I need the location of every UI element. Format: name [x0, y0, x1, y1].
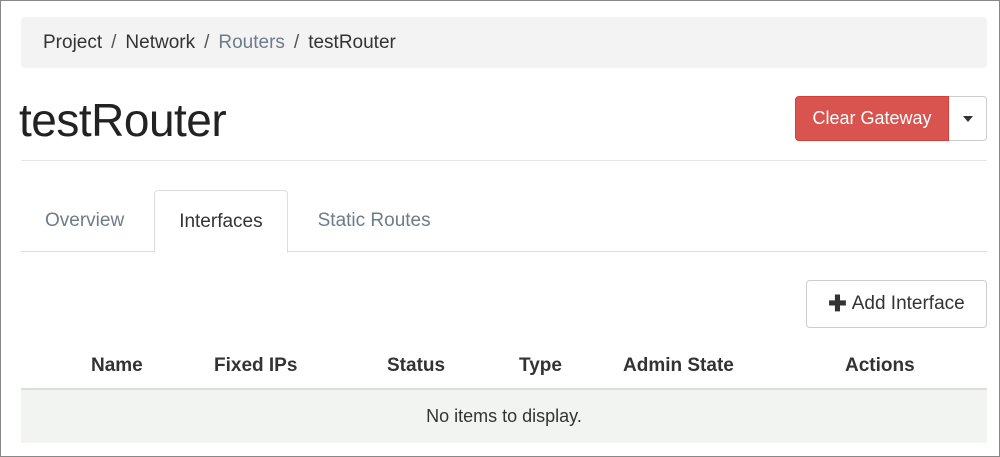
header-divider — [21, 160, 987, 161]
table-header: Name Fixed IPs Status Type Admin State A… — [21, 344, 987, 390]
gateway-button-group: Clear Gateway — [795, 96, 987, 141]
breadcrumb-separator: / — [111, 31, 117, 53]
actions-dropdown-toggle[interactable] — [949, 96, 987, 141]
column-header-actions: Actions — [845, 355, 915, 376]
column-header-name[interactable]: Name — [91, 355, 143, 377]
breadcrumb-separator: / — [293, 31, 300, 53]
tab-interfaces[interactable]: Interfaces — [154, 190, 288, 253]
column-header-fixed-ips[interactable]: Fixed IPs — [214, 355, 297, 377]
breadcrumb-project: Project — [43, 31, 103, 53]
caret-down-icon — [962, 115, 973, 122]
column-header-type[interactable]: Type — [519, 355, 562, 377]
column-header-status[interactable]: Status — [387, 355, 445, 377]
empty-table-message: No items to display. — [21, 390, 987, 443]
breadcrumb: Project / Network / Routers / testRouter — [21, 17, 987, 68]
tab-overview[interactable]: Overview — [21, 190, 148, 252]
page-title: testRouter — [19, 94, 227, 146]
breadcrumb-network: Network — [125, 31, 196, 53]
breadcrumb-routers-link[interactable]: Routers — [218, 32, 285, 54]
tab-bar: Overview Interfaces Static Routes — [21, 190, 987, 253]
breadcrumb-current: testRouter — [308, 31, 396, 53]
plus-icon: ✚ — [828, 291, 847, 316]
interfaces-table: Name Fixed IPs Status Type Admin State A… — [21, 344, 987, 443]
column-header-admin-state[interactable]: Admin State — [623, 355, 734, 377]
breadcrumb-separator: / — [204, 31, 210, 53]
add-interface-label: Add Interface — [851, 293, 965, 314]
page-frame: Project / Network / Routers / testRouter… — [0, 0, 1000, 457]
add-interface-button[interactable]: ✚ Add Interface — [806, 280, 987, 328]
clear-gateway-button[interactable]: Clear Gateway — [795, 96, 949, 141]
tab-static-routes[interactable]: Static Routes — [294, 190, 455, 252]
